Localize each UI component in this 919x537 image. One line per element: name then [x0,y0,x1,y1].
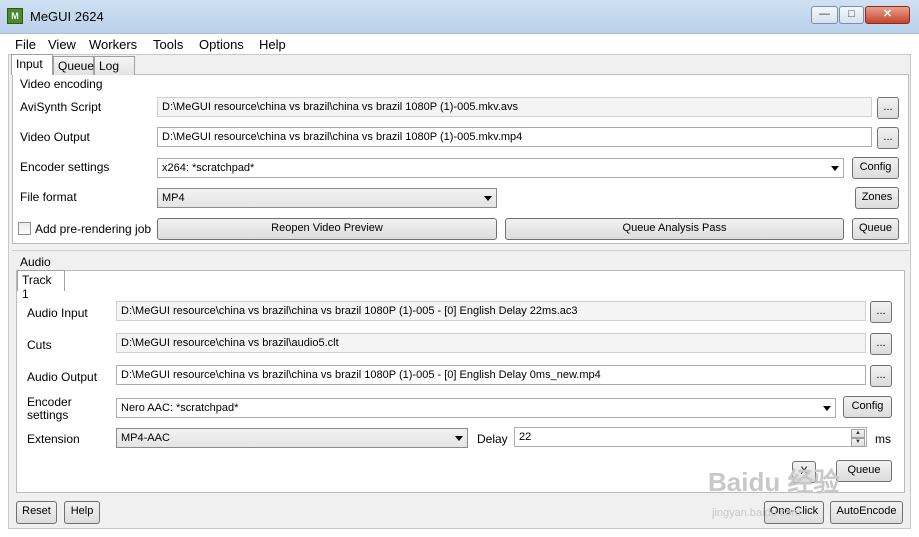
file-format-value: MP4 [162,192,185,204]
avisynth-browse-button[interactable]: ... [877,97,899,119]
prerender-label: Add pre-rendering job [35,222,152,236]
delay-input[interactable]: 22 [514,427,867,447]
tab-track-1[interactable]: Track 1 [17,270,65,301]
help-button[interactable]: Help [64,501,100,524]
video-output-label: Video Output [20,130,90,144]
video-output-field[interactable]: D:\MeGUI resource\china vs brazil\china … [157,127,872,147]
audio-encoder-dropdown[interactable]: Nero AAC: *scratchpad* [116,398,836,418]
window-title: MeGUI 2624 [30,9,104,24]
video-output-browse-button[interactable]: ... [877,127,899,149]
tab-queue[interactable]: Queue [53,56,94,75]
cuts-browse-button[interactable]: ... [870,333,892,355]
audio-output-field[interactable]: D:\MeGUI resource\china vs brazil\china … [116,365,866,385]
baidu-watermark: Baidu 经验 [708,467,840,497]
queue-analysis-button[interactable]: Queue Analysis Pass [505,218,844,240]
audio-input-label: Audio Input [27,306,88,320]
delay-decrement-button[interactable]: ▼ [851,438,865,447]
app-icon: M [7,8,23,24]
cuts-field[interactable]: D:\MeGUI resource\china vs brazil\audio5… [116,333,866,353]
chevron-down-icon [484,196,492,201]
chevron-down-icon [823,406,831,411]
baidu-watermark-url: jingyan.baidu.com [712,507,801,519]
video-encoder-value: x264: *scratchpad* [162,162,255,174]
extension-value: MP4-AAC [121,432,170,444]
audio-output-browse-button[interactable]: ... [870,365,892,387]
avisynth-field[interactable]: D:\MeGUI resource\china vs brazil\china … [157,97,872,117]
menu-options[interactable]: Options [199,37,244,52]
maximize-button[interactable]: □ [839,6,864,24]
menu-help[interactable]: Help [259,37,286,52]
menu-bar [8,34,911,54]
title-bar [0,0,919,34]
audio-input-field[interactable]: D:\MeGUI resource\china vs brazil\china … [116,301,866,321]
audio-section-label: Audio [20,255,51,269]
cuts-label: Cuts [27,338,52,352]
video-config-button[interactable]: Config [852,157,899,179]
audio-encoder-value: Nero AAC: *scratchpad* [121,402,239,414]
audio-output-label: Audio Output [27,370,98,384]
audio-queue-button[interactable]: Queue [836,460,892,482]
chevron-down-icon [831,166,839,171]
file-format-dropdown[interactable]: MP4 [157,188,497,208]
zones-button[interactable]: Zones [855,187,899,209]
audio-input-browse-button[interactable]: ... [870,301,892,323]
menu-view[interactable]: View [48,37,76,52]
prerender-checkbox[interactable] [18,222,31,235]
encoder-settings-label: Encoder settings [20,160,110,174]
audio-config-button[interactable]: Config [843,396,892,418]
menu-workers[interactable]: Workers [89,37,137,52]
menu-file[interactable]: File [15,37,36,52]
extension-label: Extension [27,432,80,446]
tab-input[interactable]: Input [11,54,53,75]
file-format-label: File format [20,190,77,204]
delay-increment-button[interactable]: ▲ [851,429,865,438]
close-button[interactable]: ✕ [865,6,910,24]
extension-dropdown[interactable]: MP4-AAC [116,428,468,448]
audio-encoder-label-line1: Encoder [27,395,72,409]
video-queue-button[interactable]: Queue [852,218,899,240]
menu-tools[interactable]: Tools [153,37,183,52]
video-section-label: Video encoding [20,77,103,91]
delay-label: Delay [477,432,508,446]
reopen-preview-button[interactable]: Reopen Video Preview [157,218,497,240]
tab-log[interactable]: Log [94,56,135,75]
chevron-down-icon [455,436,463,441]
auto-encode-button[interactable]: AutoEncode [830,501,903,524]
section-divider [12,250,909,251]
delay-unit-label: ms [875,432,891,446]
reset-button[interactable]: Reset [16,501,57,524]
minimize-button[interactable]: — [811,6,838,24]
audio-encoder-label-line2: settings [27,408,69,422]
avisynth-label: AviSynth Script [20,100,102,114]
video-encoder-dropdown[interactable]: x264: *scratchpad* [157,158,844,178]
